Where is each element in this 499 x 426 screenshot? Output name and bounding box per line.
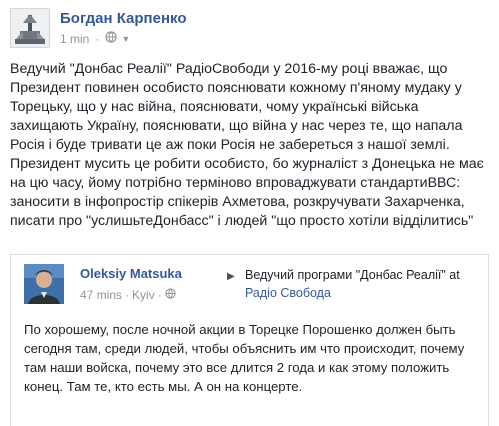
share-arrow-icon: ▶: [227, 271, 235, 282]
monument-avatar-image: [11, 9, 49, 47]
shared-post-context-text: Ведучий програми "Донбас Реалії" at: [245, 268, 460, 282]
post-author-name[interactable]: Богдан Карпенко: [60, 10, 187, 27]
globe-icon: [105, 31, 117, 46]
shared-post-meta: 47 mins · Kyiv ·: [80, 288, 176, 302]
meta-separator: ·: [95, 31, 100, 46]
globe-icon: [165, 288, 176, 302]
shared-author-avatar[interactable]: [24, 264, 64, 304]
meta-separator: ·: [157, 288, 162, 302]
shared-post-location[interactable]: Kyiv: [132, 288, 155, 302]
author-avatar[interactable]: [10, 8, 50, 48]
person-avatar-image: [24, 264, 64, 304]
post-meta: 1 min · ▼: [60, 31, 130, 46]
post-text: Ведучий "Донбас Реалії" РадіоСвободи у 2…: [10, 61, 484, 229]
shared-post-text: По хорошему, после ночной акции в Торецк…: [24, 322, 465, 394]
chevron-down-icon[interactable]: ▼: [121, 34, 130, 44]
shared-post-context-link[interactable]: Радіо Свобода: [245, 286, 331, 300]
shared-post-context: Ведучий програми "Донбас Реалії" at Раді…: [245, 266, 475, 302]
meta-separator: ·: [125, 288, 130, 302]
post-timestamp[interactable]: 1 min: [60, 32, 89, 46]
shared-post-timestamp[interactable]: 47 mins: [80, 288, 122, 302]
shared-author-name[interactable]: Oleksiy Matsuka: [80, 266, 182, 281]
facebook-post: Богдан Карпенко 1 min · ▼ Ведучий "Донба…: [0, 0, 499, 426]
